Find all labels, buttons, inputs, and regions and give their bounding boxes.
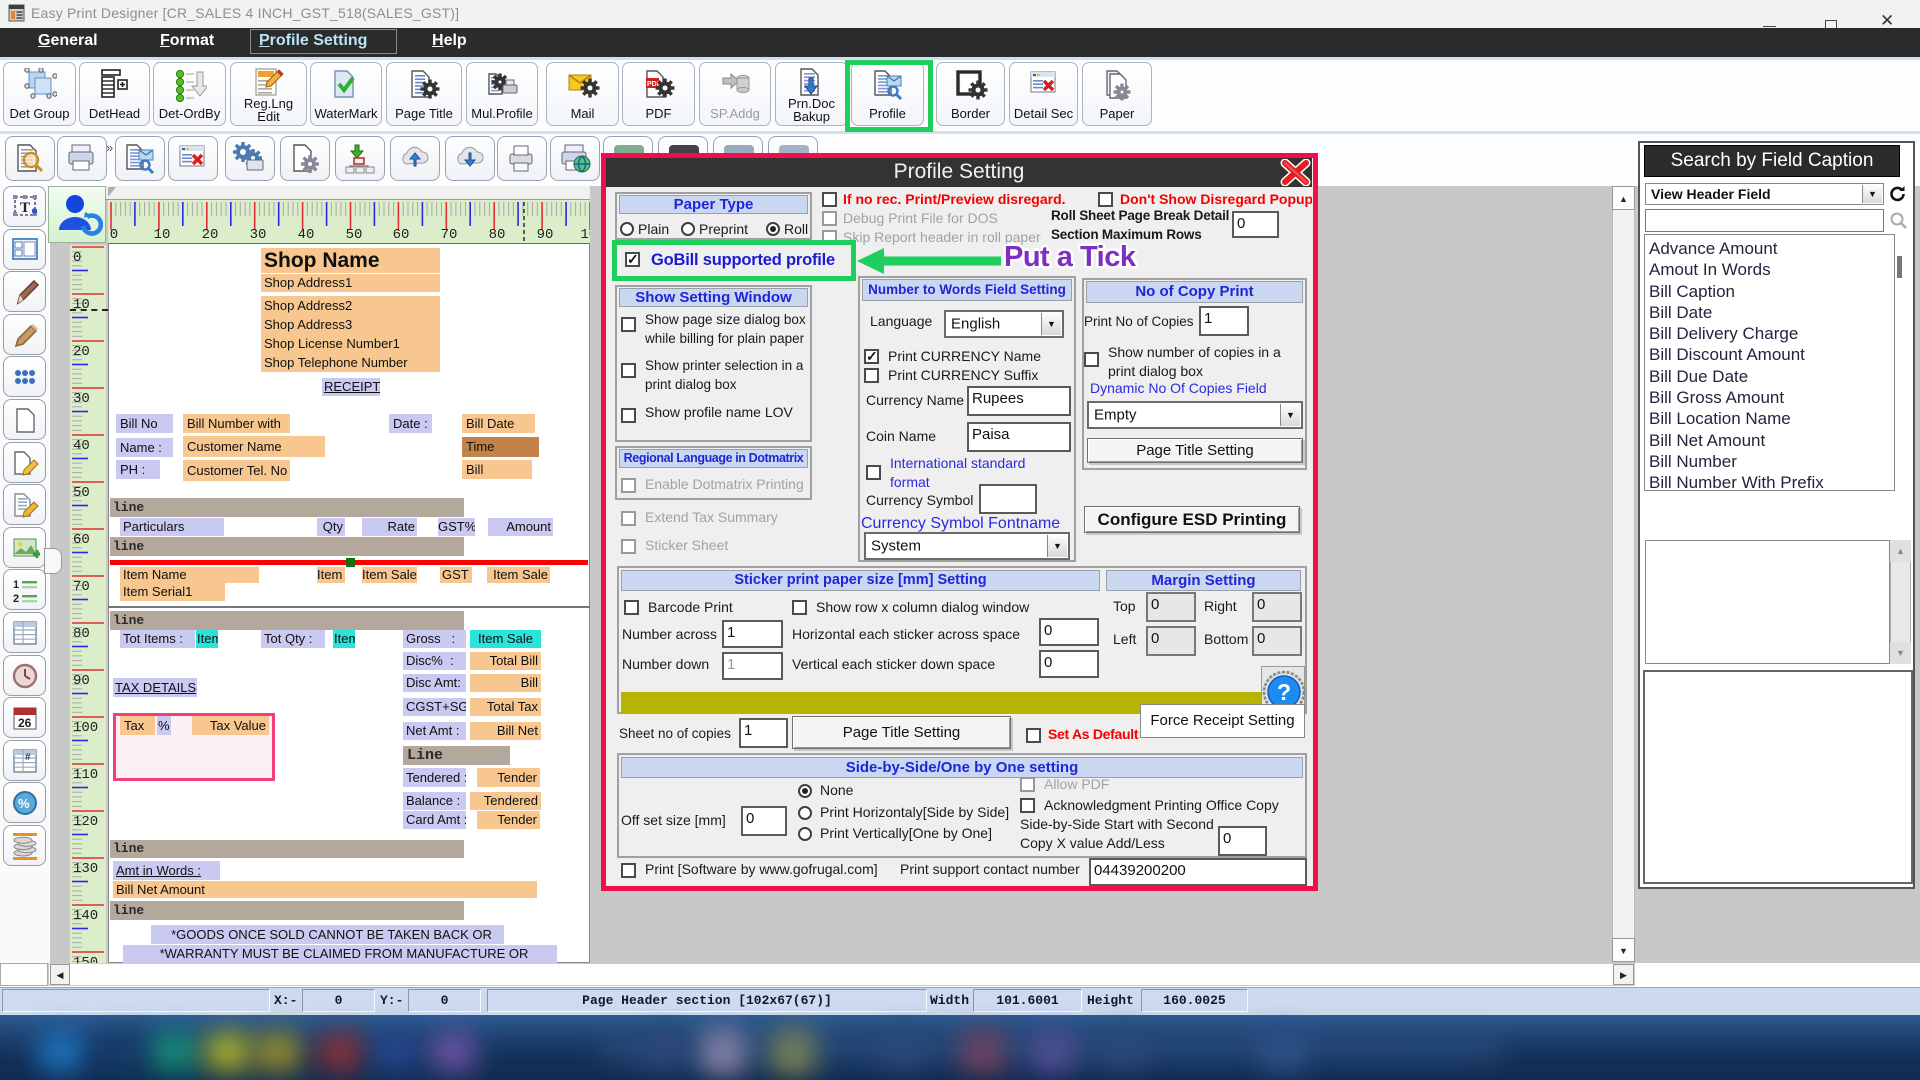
svg-text:1: 1: [13, 579, 19, 591]
svg-text:60: 60: [73, 532, 90, 548]
svg-text:80: 80: [489, 227, 506, 243]
svg-text:140: 140: [73, 908, 98, 924]
svg-text:70: 70: [73, 579, 90, 595]
svg-text:100: 100: [580, 227, 590, 243]
svg-text:40: 40: [298, 227, 315, 243]
svg-text:150: 150: [73, 955, 98, 963]
svg-text:%: %: [18, 796, 30, 811]
svg-text:30: 30: [250, 227, 267, 243]
svg-text:2: 2: [13, 593, 19, 605]
svg-text:40: 40: [73, 438, 90, 454]
svg-text:0: 0: [73, 250, 81, 266]
svg-text:26: 26: [18, 716, 32, 730]
svg-text:130: 130: [73, 861, 98, 877]
svg-text:60: 60: [393, 227, 410, 243]
svg-text:90: 90: [73, 673, 90, 689]
svg-text:30: 30: [73, 391, 90, 407]
svg-text:110: 110: [73, 767, 98, 783]
svg-text:#: #: [25, 752, 31, 763]
svg-text:50: 50: [346, 227, 363, 243]
svg-text:50: 50: [73, 485, 90, 501]
svg-text:100: 100: [73, 720, 98, 736]
svg-text:80: 80: [73, 626, 90, 642]
svg-text:10: 10: [154, 227, 171, 243]
svg-text:?: ?: [1277, 679, 1291, 705]
svg-text:90: 90: [537, 227, 554, 243]
svg-text:120: 120: [73, 814, 98, 830]
svg-text:20: 20: [202, 227, 219, 243]
svg-text:20: 20: [73, 344, 90, 360]
svg-text:0: 0: [110, 227, 118, 243]
svg-text:T: T: [20, 200, 30, 216]
svg-text:70: 70: [441, 227, 458, 243]
